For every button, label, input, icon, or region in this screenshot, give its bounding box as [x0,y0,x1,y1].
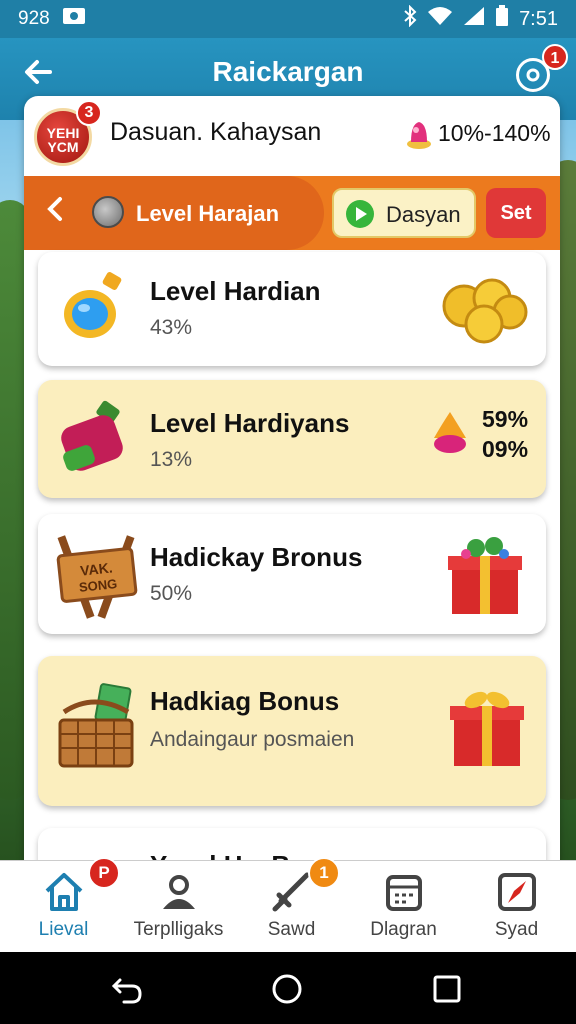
nav-label: Syad [494,919,539,940]
nav-label: Lieval [38,919,89,940]
calendar-icon [386,875,422,911]
user-header: YEHI YCM 3 Dasuan. Kahaysan 10%-140% [24,96,560,176]
oil-lamp-icon [434,412,466,453]
nav-label: Terplligaks [133,919,224,940]
play-label: Dasyan [386,202,461,227]
system-navigation-bar [0,952,576,1024]
status-time-right: 7:51 [519,7,558,30]
card-subtitle: 50% [150,582,193,605]
avatar-badge: 3 [76,100,102,126]
signal-icon [463,6,485,32]
sword-icon [272,872,310,912]
play-icon [346,200,374,228]
list-item[interactable]: Level Hardian 43% [38,252,546,366]
level-selector: Level Harajan Dasyan Set [24,176,560,250]
nav-item-level[interactable]: Lieval P [6,857,121,953]
card-title: Level Hardiyans [150,408,350,438]
list-item[interactable]: VAK. SONG Hadickay Bronus 50% [38,514,546,634]
card-title: Level Hardian [150,276,321,306]
card-stat-bottom: 09% [482,436,529,462]
level-label: Level Harajan [136,201,280,226]
home-icon [45,873,83,911]
svg-text:VAK.: VAK. [79,559,113,578]
card-subtitle: Andaingaur posmaien [150,728,355,751]
recent-apps-icon[interactable] [430,972,464,1006]
nav-badge: 1 [308,857,340,889]
status-bar: 928 7:51 [0,0,576,38]
card-title: Hadkiag Bonus [150,686,340,716]
jar-icon [61,400,123,471]
wooden-sign-icon: VAK. SONG [56,535,138,619]
nav-badge: P [88,857,120,889]
nav-item-terplligaks[interactable]: Terplligaks [121,861,236,953]
user-name: Dasuan. Kahaysan [110,118,322,146]
compass-icon [498,873,536,911]
back-arrow-icon[interactable] [110,972,144,1006]
chevron-left-icon[interactable] [46,196,64,229]
nav-item-dlagran[interactable]: Dlagran [346,861,461,953]
bottom-navigation: Lieval P Terplligaks Sawd 1 Dlagran Syad [0,857,576,953]
main-panel: YEHI YCM 3 Dasuan. Kahaysan 10%-140% Leve… [24,96,560,876]
page-title: Raickargan [212,56,364,87]
card-subtitle: 13% [150,448,193,471]
list-item[interactable]: Level Hardiyans 13% 59% 09% [38,380,546,498]
card-subtitle: 43% [150,316,193,339]
list-item[interactable]: Hadkiag Bonus Andaingaur posmaien [38,656,546,806]
play-button[interactable]: Dasyan [332,188,476,238]
potion-gem-icon [407,122,431,149]
notification-badge: 1 [542,44,568,70]
potion-bottle-icon [64,272,122,338]
card-title: Hadickay Bronus [150,542,363,572]
gift-box-icon [448,537,522,614]
card-stat-top: 59% [482,406,529,432]
wifi-icon [427,6,453,32]
set-button[interactable]: Set [486,188,546,238]
bluetooth-icon [403,4,417,33]
basket-icon [58,683,134,768]
nav-label: Dlagran [370,919,437,940]
battery-icon [495,5,509,33]
user-percent: 10%-140% [438,120,551,146]
status-time-left: 928 [18,8,50,29]
nav-label: Sawd [267,919,316,940]
user-icon [163,875,195,909]
refresh-icon [526,68,540,82]
nav-item-syad[interactable]: Syad [459,861,574,953]
home-circle-icon[interactable] [270,972,304,1006]
robot-icon [92,196,124,228]
image-notification-icon [62,7,86,31]
gift-box-icon [450,691,524,766]
gold-coins-icon [442,278,528,344]
nav-item-sawd[interactable]: Sawd 1 [234,857,349,953]
